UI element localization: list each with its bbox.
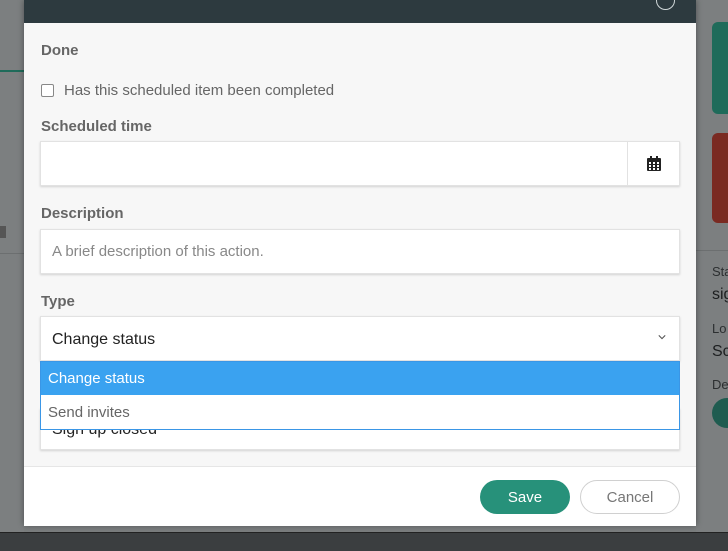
background-label: Sta [712, 264, 728, 279]
description-placeholder: A brief description of this action. [52, 243, 264, 260]
background-divider [0, 253, 24, 254]
calendar-button[interactable] [627, 142, 679, 185]
background-value: Sc [712, 343, 728, 360]
background-active-underline [0, 70, 24, 72]
background-left-strip [0, 0, 24, 532]
completed-checkbox[interactable] [41, 84, 54, 97]
type-option-change-status[interactable]: Change status [41, 362, 679, 395]
scheduled-time-label: Scheduled time [41, 118, 152, 135]
modal-footer: Save Cancel [24, 466, 696, 526]
close-icon[interactable] [656, 0, 675, 10]
background-red-card [712, 133, 728, 223]
completed-checkbox-row[interactable]: Has this scheduled item been completed [41, 82, 334, 99]
cancel-button[interactable]: Cancel [580, 480, 680, 514]
type-select[interactable]: Change status [40, 316, 680, 361]
type-select-value: Change status [52, 331, 156, 348]
description-label: Description [41, 205, 124, 222]
background-marker [0, 226, 6, 238]
background-green-card [712, 22, 728, 114]
background-label: Lo [712, 321, 727, 336]
type-label: Type [41, 293, 75, 310]
background-right-panel: Sta sig Lo Sc De [696, 0, 728, 532]
modal-header [24, 0, 696, 23]
background-value: sig [712, 286, 728, 303]
schedule-item-modal: Done Has this scheduled item been comple… [24, 0, 696, 526]
scheduled-time-input[interactable] [40, 141, 680, 186]
save-button[interactable]: Save [480, 480, 570, 514]
chevron-down-icon [658, 335, 666, 340]
completed-checkbox-label: Has this scheduled item been completed [64, 82, 335, 99]
background-divider [696, 250, 728, 251]
type-option-send-invites[interactable]: Send invites [41, 396, 679, 429]
background-avatar [712, 398, 728, 428]
description-input[interactable]: A brief description of this action. [40, 229, 680, 274]
calendar-icon [646, 156, 661, 171]
background-bottom-bar [0, 532, 728, 551]
done-label: Done [41, 42, 79, 59]
background-label: De [712, 377, 728, 392]
type-dropdown-list: Change status Send invites [40, 361, 680, 430]
